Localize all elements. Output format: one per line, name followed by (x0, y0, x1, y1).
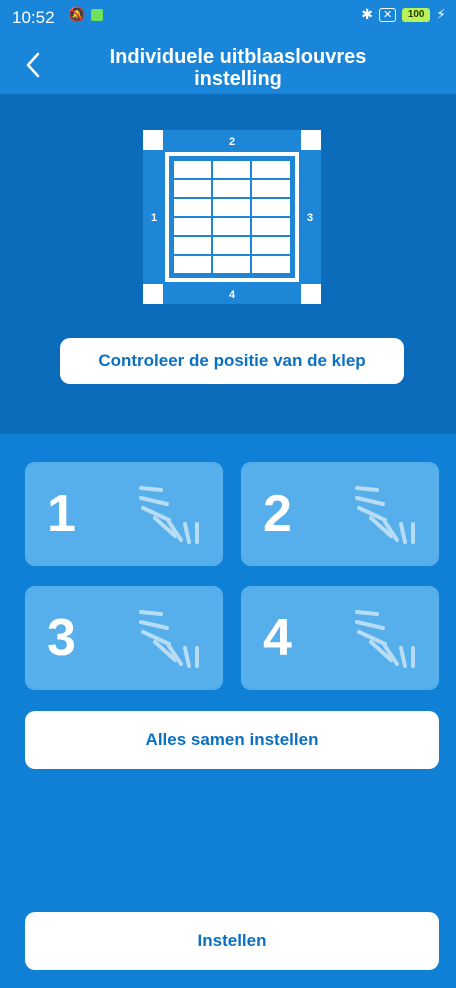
status-left-icons: 🔕 (68, 6, 104, 23)
notifications-off-icon: 🔕 (68, 6, 86, 22)
diagram-label-3: 3 (307, 212, 313, 224)
unit-diagram: 2 1 3 4 (143, 130, 321, 304)
status-time: 10:52 (12, 8, 55, 27)
top-app-bar: Individuele uitblaaslouvres instelling (0, 40, 456, 94)
no-sim-icon: ✕ (378, 7, 397, 22)
charging-icon: ⚡ (436, 6, 446, 22)
louvre-overview-panel: 2 1 3 4 Controleer de positie van de kle… (0, 94, 456, 434)
louvre-number: 2 (263, 485, 292, 543)
page-title-line2: instelling (194, 68, 282, 90)
louvre-number: 1 (47, 485, 76, 543)
app-screen: 10:52 🔕 ✱ ✕ 100 ⚡ Individuele uitblaaslo… (0, 0, 456, 988)
app-notification-icon (91, 8, 104, 21)
apply-settings-button[interactable]: Instellen (25, 912, 439, 970)
airflow-icon (355, 610, 415, 668)
battery-icon: 100 (402, 7, 431, 22)
diagram-label-2: 2 (229, 136, 235, 148)
check-flap-position-button[interactable]: Controleer de positie van de klep (60, 338, 404, 384)
page-title: Individuele uitblaaslouvres instelling (60, 46, 416, 90)
diagram-label-1: 1 (151, 212, 157, 224)
page-title-line1: Individuele uitblaaslouvres (109, 46, 367, 68)
louvre-number: 4 (263, 609, 292, 667)
back-icon[interactable] (22, 50, 46, 80)
airflow-icon (139, 486, 199, 544)
louvre-tile-3[interactable]: 3 (25, 586, 223, 690)
louvre-tile-1[interactable]: 1 (25, 462, 223, 566)
airflow-icon (139, 610, 199, 668)
louvre-selection-panel: 1 2 3 4 Alles samen instellen Instellen (0, 434, 456, 988)
set-all-together-button[interactable]: Alles samen instellen (25, 711, 439, 769)
status-bar: 10:52 🔕 ✱ ✕ 100 ⚡ (0, 0, 456, 40)
louvre-number: 3 (47, 609, 76, 667)
bluetooth-icon: ✱ (361, 6, 373, 22)
airflow-icon (355, 486, 415, 544)
status-right-icons: ✱ ✕ 100 ⚡ (361, 6, 446, 23)
louvre-tile-4[interactable]: 4 (241, 586, 439, 690)
louvre-tile-2[interactable]: 2 (241, 462, 439, 566)
battery-level: 100 (407, 9, 425, 20)
diagram-label-4: 4 (229, 289, 236, 301)
